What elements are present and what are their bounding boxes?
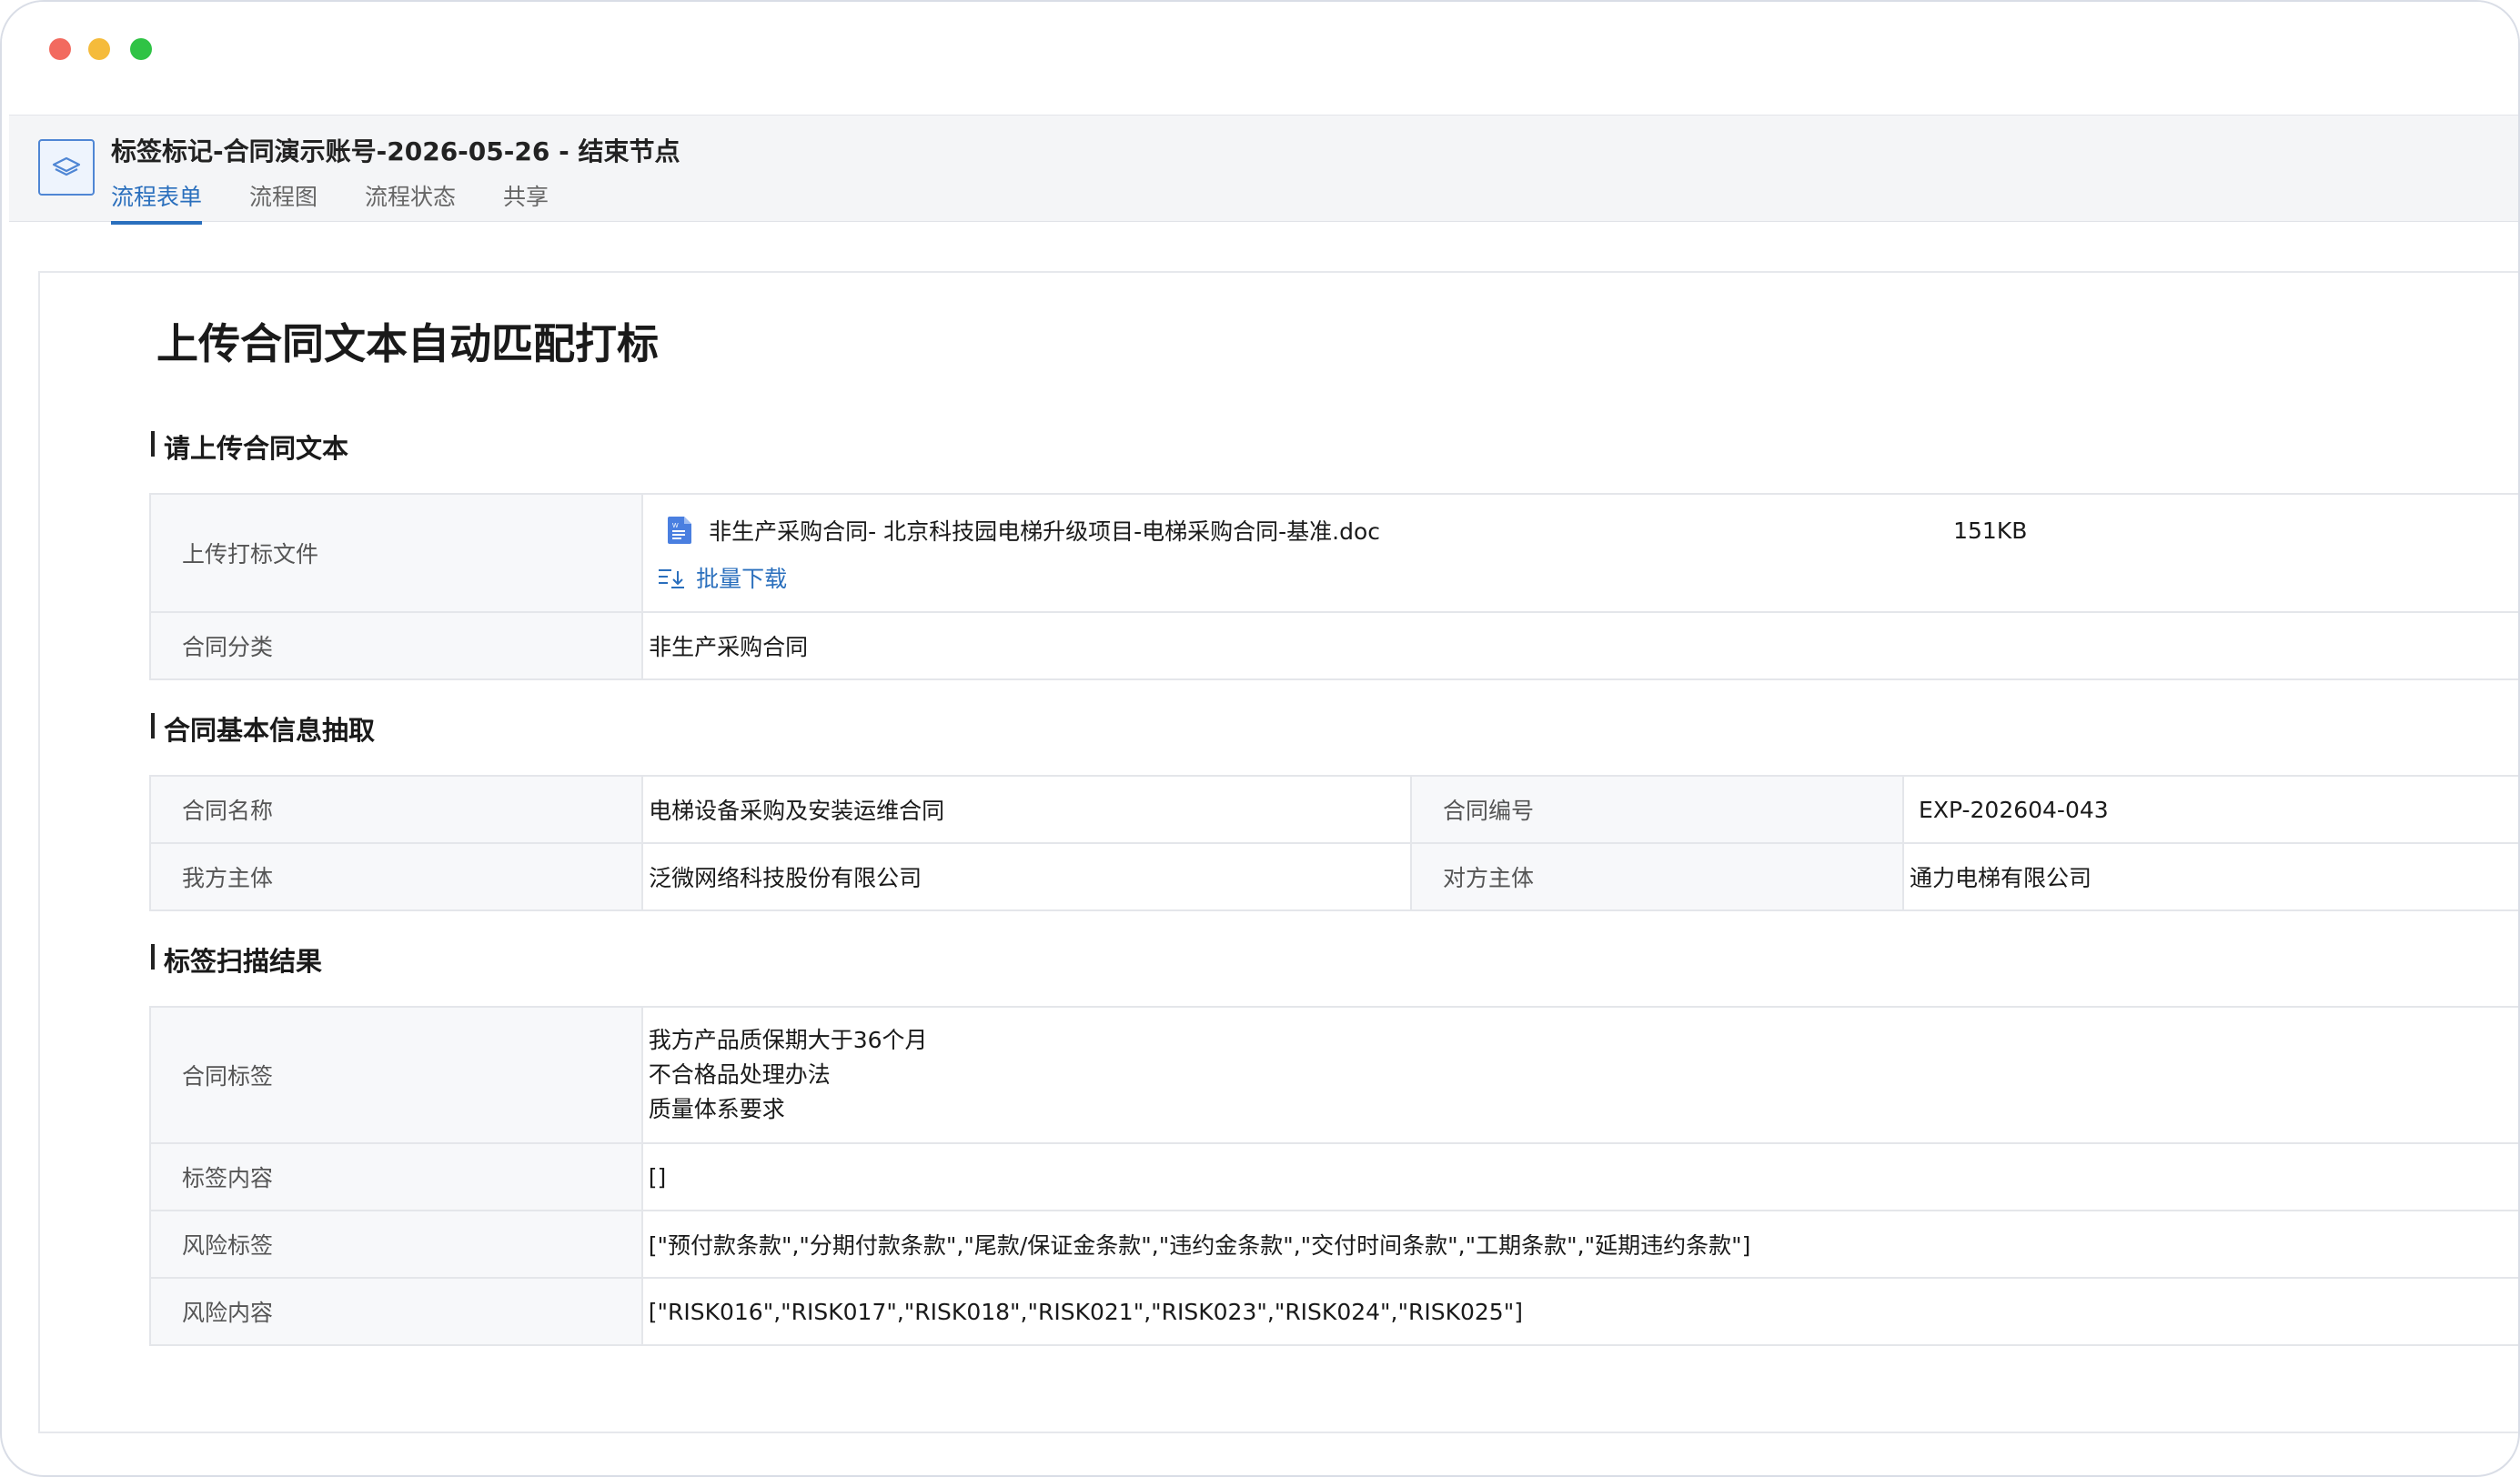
- minimize-window-button[interactable]: [88, 38, 110, 60]
- batch-download-icon: [659, 569, 685, 588]
- risk-content-value: ["RISK016","RISK017","RISK018","RISK021"…: [640, 1277, 2518, 1346]
- risk-tags-value: ["预付款条款","分期付款条款","尾款/保证金条款","违约金条款","交付…: [640, 1210, 2518, 1279]
- close-window-button[interactable]: [49, 38, 71, 60]
- risk-tags-label: 风险标签: [149, 1210, 643, 1279]
- tab-share[interactable]: 共享: [503, 179, 549, 221]
- contract-number-value: EXP-202604-043: [1902, 775, 2518, 844]
- basic-info-table: 合同名称 电梯设备采购及安装运维合同 合同编号 EXP-202604-043 我…: [148, 775, 2518, 911]
- workflow-title: 标签标记-合同演示账号-2026-05-26 - 结束节点: [111, 136, 680, 166]
- workflow-header: 标签标记-合同演示账号-2026-05-26 - 结束节点 流程表单 流程图 流…: [9, 115, 2518, 225]
- tag-content-value: []: [640, 1142, 2518, 1211]
- file-name[interactable]: 非生产采购合同- 北京科技园电梯升级项目-电梯采购合同-基准.doc: [709, 514, 1380, 547]
- svg-text:W: W: [672, 523, 679, 529]
- file-size: 151KB: [1953, 517, 2028, 544]
- tab-flowchart[interactable]: 流程图: [249, 179, 318, 221]
- tag-content-label: 标签内容: [149, 1142, 643, 1211]
- upload-table: 上传打标文件 W 非生产采购合同- 北京科技园电梯升级项目-电梯采购合同-基准.…: [148, 493, 2518, 680]
- our-party-value: 泛微网络科技股份有限公司: [641, 842, 1412, 911]
- counterparty-label: 对方主体: [1409, 842, 1905, 911]
- counterparty-value: 通力电梯有限公司: [1902, 842, 2518, 911]
- contract-number-label: 合同编号: [1409, 775, 1905, 844]
- scan-result-table: 合同标签 我方产品质保期大于36个月 不合格品处理办法 质量体系要求 标签内容 …: [149, 1006, 2518, 1346]
- form-card: 上传合同文本自动匹配打标 请上传合同文本 上传打标文件 W 非生产采购合同- 北…: [38, 271, 2518, 1433]
- section-title-scan-result: 标签扫描结果: [150, 940, 322, 979]
- page-title: 上传合同文本自动匹配打标: [156, 319, 659, 368]
- tab-form[interactable]: 流程表单: [111, 179, 203, 225]
- layers-icon: [38, 139, 95, 196]
- batch-download-label: 批量下载: [696, 566, 788, 592]
- category-label: 合同分类: [148, 611, 644, 680]
- risk-content-label: 风险内容: [149, 1277, 643, 1346]
- file-item[interactable]: W 非生产采购合同- 北京科技园电梯升级项目-电梯采购合同-基准.doc 151…: [649, 512, 2518, 548]
- contract-tag: 不合格品处理办法: [648, 1061, 831, 1088]
- batch-download-button[interactable]: 批量下载: [658, 561, 2518, 594]
- maximize-window-button[interactable]: [130, 38, 152, 60]
- word-doc-icon: W: [668, 517, 692, 544]
- app-window: 标签标记-合同演示账号-2026-05-26 - 结束节点 流程表单 流程图 流…: [0, 0, 2520, 1477]
- contract-tag: 质量体系要求: [648, 1096, 785, 1122]
- contract-tags-value: 我方产品质保期大于36个月 不合格品处理办法 质量体系要求: [640, 1006, 2518, 1144]
- contract-name-value: 电梯设备采购及安装运维合同: [641, 775, 1412, 844]
- upload-file-cell: W 非生产采购合同- 北京科技园电梯升级项目-电梯采购合同-基准.doc 151…: [641, 493, 2518, 613]
- tab-flow-status[interactable]: 流程状态: [365, 179, 456, 221]
- contract-tags-label: 合同标签: [149, 1006, 643, 1144]
- category-value: 非生产采购合同: [641, 611, 2518, 680]
- upload-file-label: 上传打标文件: [148, 493, 644, 613]
- our-party-label: 我方主体: [148, 842, 644, 911]
- section-title-upload: 请上传合同文本: [150, 427, 348, 466]
- contract-tag: 我方产品质保期大于36个月: [648, 1027, 928, 1053]
- title-bar: [2, 2, 2518, 115]
- section-title-basic-info: 合同基本信息抽取: [150, 709, 375, 748]
- contract-name-label: 合同名称: [148, 775, 644, 844]
